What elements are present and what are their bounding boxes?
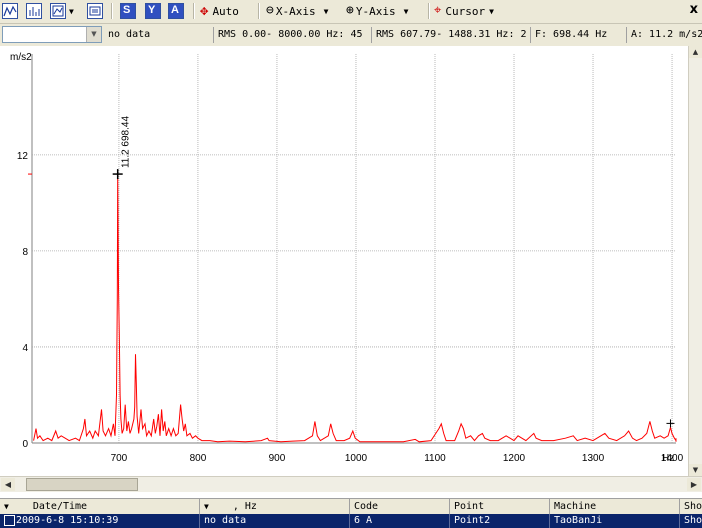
toolbar-separator [193, 3, 195, 19]
scale-button[interactable]: S [120, 2, 136, 20]
cursor-label: Cursor [445, 4, 486, 18]
sort-down-icon: ▼ [204, 502, 209, 511]
x-tick-label: 1400 [661, 453, 684, 464]
y-axis-button[interactable]: ⊕ Y-Axis ▼ [346, 2, 408, 20]
table-header: ▼ Date/Time ▼ , Hz Code Point Machine Sh… [0, 498, 702, 514]
spectrum-plot[interactable]: m/s2 Hz 700 800 900 1000 1100 1200 1300 1400048… [0, 46, 688, 476]
y-scale-icon: Y [145, 3, 161, 19]
y-tick-label: 4 [22, 343, 28, 354]
amplitude-icon: A [168, 3, 184, 19]
status-bar: ▼ no data RMS 0.00- 8000.00 Hz: 45 RMS 6… [0, 24, 702, 46]
spectrum-icon [50, 3, 66, 19]
frequency-readout: F: 698.44 Hz [530, 27, 625, 43]
sort-down-icon: ▼ [4, 502, 9, 511]
x-tick-label: 1200 [503, 453, 526, 464]
channel-select[interactable]: ▼ [2, 26, 102, 43]
x-axis-button[interactable]: ⊖ X-Axis ▼ [266, 2, 328, 20]
line-chart-icon [2, 3, 18, 19]
chevron-down-icon: ▼ [323, 6, 329, 16]
chevron-down-icon: ▼ [69, 6, 74, 16]
rms-band-readout: RMS 607.79- 1488.31 Hz: 2 [371, 27, 529, 43]
scroll-up-icon[interactable]: ▲ [689, 46, 702, 58]
export-button[interactable] [87, 2, 103, 20]
chevron-down-icon[interactable]: ▼ [86, 27, 101, 42]
column-header-datetime[interactable]: ▼ Date/Time [0, 499, 200, 514]
horizontal-scrollbar[interactable]: ◀ ▶ [0, 476, 702, 492]
x-tick-label: 900 [269, 453, 286, 464]
cursor-markers: 11.2 698.44 [28, 116, 675, 428]
scale-icon: S [120, 3, 136, 19]
zoom-y-icon: ⊕ [346, 3, 354, 18]
crosshair-move-icon: ✥ [200, 3, 209, 19]
cursor-button[interactable]: ⌖ Cursor ▼ [434, 2, 494, 20]
chevron-down-icon: ▼ [489, 6, 494, 16]
row-checkbox-icon [4, 514, 15, 526]
grid-lines [31, 54, 676, 444]
scroll-down-icon[interactable]: ▼ [689, 464, 702, 476]
cell-more: Sho [684, 515, 702, 526]
cell-frequency: no data [200, 514, 350, 528]
column-header-more[interactable]: Sho [680, 499, 702, 514]
spectrum-chart[interactable]: m/s2 Hz 700 800 900 1000 1100 1200 1300 1400 0 4 8… [0, 46, 688, 476]
cell-code: 6 A [350, 514, 450, 528]
y-axis-unit-label: m/s2 [10, 52, 32, 63]
toolbar-separator [258, 3, 260, 19]
rms-full-readout: RMS 0.00- 8000.00 Hz: 45 [213, 27, 370, 43]
x-axis-label: X-Axis [275, 4, 316, 18]
table-row[interactable]: 2009-6-8 15:10:39 no data 6 A Point2 Tao… [0, 514, 702, 528]
scroll-thumb[interactable] [26, 478, 138, 491]
export-icon [87, 3, 103, 19]
chevron-down-icon: ▼ [403, 6, 409, 16]
cell-point: Point2 [450, 514, 550, 528]
spectrum-series-line [33, 174, 677, 443]
x-tick-label: 700 [111, 453, 128, 464]
x-tick-label: 1300 [582, 453, 605, 464]
column-header-machine[interactable]: Machine [550, 499, 680, 514]
y-axis-label: Y-Axis [355, 4, 396, 18]
y-scale-button[interactable]: Y [145, 2, 161, 20]
auto-button[interactable]: ✥ Auto [200, 2, 239, 20]
y-tick-label: 8 [22, 247, 28, 258]
toolbar-separator [428, 3, 430, 19]
scroll-right-icon[interactable]: ▶ [687, 478, 701, 491]
auto-label: Auto [212, 4, 239, 18]
no-data-text: no data [108, 29, 151, 40]
column-header-frequency[interactable]: ▼ , Hz [200, 499, 350, 514]
column-header-point[interactable]: Point [450, 499, 550, 514]
vertical-scrollbar[interactable]: ▲ ▼ [688, 46, 702, 476]
peak-cursor-label: 11.2 698.44 [121, 116, 132, 169]
column-header-code[interactable]: Code [350, 499, 450, 514]
amplitude-readout: A: 11.2 m/s2 [626, 27, 702, 43]
bar-chart-button[interactable] [26, 2, 42, 20]
bar-chart-icon [26, 3, 42, 19]
cell-datetime: 2009-6-8 15:10:39 [0, 514, 200, 528]
y-tick-label: 0 [22, 439, 28, 450]
toolbar-separator [111, 3, 113, 19]
x-tick-label: 1100 [424, 453, 446, 464]
close-icon[interactable]: x [690, 2, 698, 17]
amplitude-button[interactable]: A [168, 2, 184, 20]
line-chart-button[interactable] [2, 2, 18, 20]
scroll-left-icon[interactable]: ◀ [1, 478, 15, 491]
x-tick-label: 1000 [345, 453, 368, 464]
target-icon: ⌖ [434, 3, 442, 18]
zoom-x-icon: ⊖ [266, 3, 274, 18]
cell-machine: TaoBanJi [550, 514, 680, 528]
y-tick-label: 12 [17, 151, 29, 162]
chart-type-dropdown[interactable]: ▼ [50, 2, 74, 20]
x-tick-label: 800 [190, 453, 207, 464]
toolbar: ▼ S Y A ✥ Auto ⊖ X-Axis ▼ ⊕ Y-Axis ▼ ⌖ C… [0, 0, 702, 24]
